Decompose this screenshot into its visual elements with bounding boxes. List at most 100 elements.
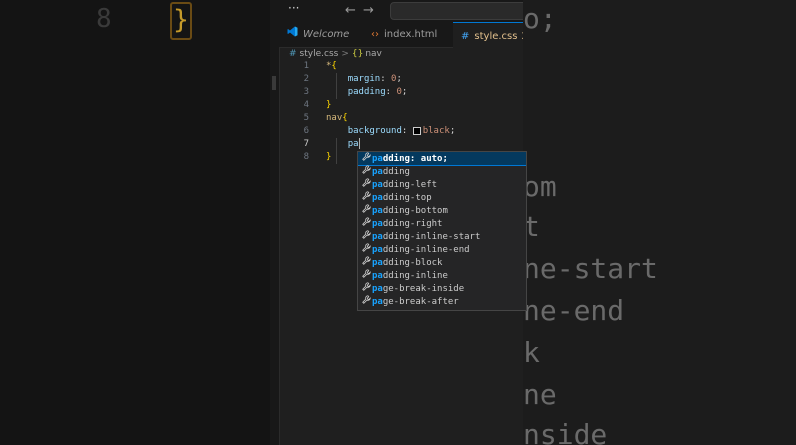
tab-welcome[interactable]: Welcome: [287, 22, 349, 47]
code-text: }: [326, 99, 331, 112]
command-center-search[interactable]: [390, 2, 523, 20]
wrench-icon: [360, 178, 372, 191]
suggestion-match: pa: [372, 206, 383, 216]
problem-count-badge: 2: [521, 31, 523, 42]
suggestion-match: pa: [372, 154, 383, 164]
suggestion-item[interactable]: padding-inline-start: [358, 230, 526, 243]
forward-arrow-icon[interactable]: →: [363, 3, 374, 18]
wrench-icon: [360, 230, 372, 243]
wrench-icon: [360, 152, 372, 165]
background-fragment: k: [523, 336, 540, 369]
html-icon: ‹›: [371, 29, 379, 40]
breadcrumb-symbol[interactable]: nav: [365, 49, 382, 59]
title-bar: ··· ← →: [279, 0, 523, 22]
suggestion-label: dding-right: [382, 219, 443, 229]
code-text: nav{: [326, 112, 348, 125]
suggestion-item[interactable]: page-break-after: [358, 295, 526, 308]
back-arrow-icon[interactable]: ←: [345, 3, 356, 18]
suggest-widget[interactable]: padding: auto; padding padding-left padding…: [357, 151, 527, 311]
code-token: background: [347, 126, 402, 136]
code-token: padding: [347, 87, 386, 97]
code-token: ;: [449, 126, 456, 136]
line-number: 1: [303, 61, 309, 71]
background-fragment: om: [523, 170, 557, 203]
suggestion-item[interactable]: padding-inline-end: [358, 243, 526, 256]
tab-welcome-label: Welcome: [303, 29, 350, 40]
code-token: ;: [401, 87, 408, 97]
code-token: :: [380, 74, 392, 84]
wrench-icon: [360, 165, 372, 178]
wrench-icon: [360, 217, 372, 230]
code-token: pa: [347, 139, 359, 149]
code-token: margin: [347, 74, 381, 84]
code-text: background: black;: [326, 125, 456, 138]
more-actions-button[interactable]: ···: [288, 1, 299, 15]
background-brace: }: [170, 2, 192, 40]
suggestion-match: pa: [372, 167, 383, 177]
background-left: 8 }: [0, 0, 270, 445]
code-text: padding: 0;: [326, 86, 408, 99]
code-token: {: [342, 113, 348, 123]
css-hash-icon: #: [289, 49, 297, 59]
background-fragment: nside: [523, 418, 608, 445]
suggestion-label: ge-break-after: [382, 297, 459, 307]
background-fragment: ne: [523, 378, 557, 411]
suggestion-match: pa: [372, 258, 383, 268]
background-right: o; om t ne-start ne-end k ne nside: [523, 0, 796, 445]
tab-bar: Welcome ‹›index.html #style.css2✕: [279, 22, 523, 48]
text-cursor: [358, 138, 360, 149]
background-line-number: 8: [96, 4, 112, 34]
code-token: :: [401, 126, 413, 136]
suggestion-item[interactable]: padding: auto;: [358, 152, 526, 166]
suggestion-item[interactable]: page-break-inside: [358, 282, 526, 295]
suggestion-label: dding-left: [382, 180, 438, 190]
css-hash-icon: #: [461, 31, 470, 42]
tab-style-css[interactable]: #style.css2✕: [453, 22, 523, 48]
code-text: *{: [326, 60, 337, 73]
code-token: {: [331, 61, 337, 71]
suggestion-match: pa: [372, 284, 383, 294]
suggestion-label: dding-top: [382, 193, 432, 203]
suggestion-item[interactable]: padding-inline: [358, 269, 526, 282]
background-fragment: o;: [523, 2, 557, 35]
code-text: }: [326, 151, 331, 164]
suggestion-item[interactable]: padding-bottom: [358, 204, 526, 217]
suggestion-match: pa: [372, 219, 383, 229]
wrench-icon: [360, 269, 372, 282]
background-fragment: ne-start: [523, 252, 658, 285]
suggestion-item[interactable]: padding: [358, 165, 526, 178]
code-token: nav: [326, 113, 343, 123]
suggestion-match: pa: [372, 297, 383, 307]
line-number: 3: [303, 87, 309, 97]
symbol-rule-icon: {}: [351, 49, 364, 59]
vscode-logo-icon: [287, 22, 298, 47]
suggestion-item[interactable]: padding-top: [358, 191, 526, 204]
suggestion-match: pa: [372, 180, 383, 190]
suggestion-item[interactable]: padding-block: [358, 256, 526, 269]
suggestion-match: pa: [372, 232, 383, 242]
tab-index-html[interactable]: ‹› index.html: [371, 22, 437, 47]
suggestion-label: dding-bottom: [382, 206, 448, 216]
suggestion-match: pa: [372, 193, 383, 203]
breadcrumb-file[interactable]: style.css: [300, 49, 339, 59]
breadcrumb-separator: >: [341, 49, 349, 59]
line-number: 2: [303, 74, 309, 84]
suggestion-label: dding: auto;: [382, 154, 448, 164]
code-token: black: [422, 126, 450, 136]
color-swatch-icon[interactable]: [412, 126, 421, 135]
code-token: ;: [396, 74, 402, 84]
suggestion-label: dding-inline-start: [382, 232, 481, 242]
code-token: :: [385, 87, 397, 97]
suggestion-match: pa: [372, 271, 383, 281]
line-number: 7: [303, 139, 309, 149]
suggestion-item[interactable]: padding-left: [358, 178, 526, 191]
tab-style-css-label: style.css: [474, 31, 518, 42]
suggestion-item[interactable]: padding-right: [358, 217, 526, 230]
wrench-icon: [360, 191, 372, 204]
wrench-icon: [360, 243, 372, 256]
line-number: 8: [303, 152, 309, 162]
code-text: pa: [326, 138, 360, 151]
